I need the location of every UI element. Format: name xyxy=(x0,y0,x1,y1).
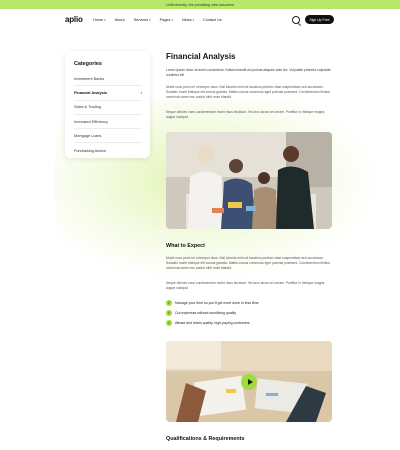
intro-paragraph: Lorem ipsum dolor sit amet consectetur. … xyxy=(166,68,331,78)
sidebar-item-label: Mortgage Loans xyxy=(74,133,102,138)
what-to-expect-heading: What to Expect xyxy=(166,243,205,249)
chevron-down-icon: ▾ xyxy=(104,18,106,22)
sidebar-title: Categories xyxy=(74,61,102,67)
check-icon: ✓ xyxy=(166,300,172,306)
logo[interactable]: aplio xyxy=(65,15,83,24)
play-button[interactable] xyxy=(241,374,257,390)
expect-paragraph-2: Neque ultrices nunc condimentum morbi ri… xyxy=(166,281,325,291)
sidebar-item-label: Financial Analysis xyxy=(74,90,107,95)
search-icon[interactable] xyxy=(292,16,300,24)
announcement-bar: Until recently, the prevailing view assu… xyxy=(0,0,400,9)
sidebar-item-sales-trading[interactable]: Sales & Trading xyxy=(74,101,142,115)
body-paragraph-2: Neque ultrices nunc condimentum morbi ri… xyxy=(166,110,325,120)
categories-sidebar: Categories Investment Banks Financial An… xyxy=(65,51,150,158)
bullet-text: Manage your time so you'll get more done… xyxy=(175,301,259,305)
signup-button[interactable]: Sign Up Free xyxy=(305,15,334,24)
check-icon: ✓ xyxy=(166,310,172,316)
expect-paragraph-1: Morbi nunc proin mi ut tempor risus. Nis… xyxy=(166,256,331,271)
nav-about[interactable]: About xyxy=(115,18,125,22)
list-item: ✓ Cut expenses without sacrificing quali… xyxy=(166,310,236,316)
nav-news-label: News xyxy=(181,18,192,22)
body-paragraph-1: Morbi nunc proin mi ut tempor risus. Nis… xyxy=(166,85,331,100)
sidebar-item-label: Increased Efficiency xyxy=(74,119,108,124)
sidebar-item-investment-banks[interactable]: Investment Banks xyxy=(74,72,142,87)
chevron-down-icon: ▾ xyxy=(149,18,151,22)
sidebar-item-mortgage-loans[interactable]: Mortgage Loans xyxy=(74,129,142,144)
page-title: Financial Analysis xyxy=(166,52,236,61)
check-icon: ✓ xyxy=(166,320,172,326)
nav-contact-label: Contact Us xyxy=(202,18,222,22)
nav-services-label: Services xyxy=(133,18,149,22)
sidebar-item-label: Investment Banks xyxy=(74,76,105,81)
chevron-down-icon: ▾ xyxy=(192,18,194,22)
nav-pages-label: Pages xyxy=(159,18,171,22)
chevron-right-icon: › xyxy=(140,90,142,96)
sidebar-item-label: Sales & Trading xyxy=(74,105,101,110)
nav-home[interactable]: Home ▾ xyxy=(93,18,106,22)
bullet-text: Attract and retain quality, high-paying … xyxy=(175,321,250,325)
play-icon xyxy=(247,379,253,385)
list-item: ✓ Manage your time so you'll get more do… xyxy=(166,300,259,306)
team-meeting-image xyxy=(166,132,332,229)
nav-home-label: Home xyxy=(93,18,104,22)
chevron-down-icon: ▾ xyxy=(171,18,173,22)
nav-contact[interactable]: Contact Us xyxy=(203,18,222,22)
nav-pages[interactable]: Pages ▾ xyxy=(160,18,173,22)
qualifications-heading: Qualifications & Requirements xyxy=(166,436,245,442)
sidebar-item-increased-efficiency[interactable]: Increased Efficiency xyxy=(74,115,142,130)
sidebar-item-financial-analysis[interactable]: Financial Analysis › xyxy=(74,86,142,101)
nav-news[interactable]: News ▾ xyxy=(182,18,194,22)
announcement-text: Until recently, the prevailing view assu… xyxy=(166,2,234,7)
nav-services[interactable]: Services ▾ xyxy=(134,18,151,22)
nav-about-label: About xyxy=(114,18,125,22)
bullet-text: Cut expenses without sacrificing quality xyxy=(175,311,237,315)
main-nav: Home ▾ About Services ▾ Pages ▾ News ▾ Conta… xyxy=(93,18,222,22)
sidebar-item-label: Fundraising Advice xyxy=(74,148,107,153)
list-item: ✓ Attract and retain quality, high-payin… xyxy=(166,320,250,326)
sidebar-item-fundraising-advice[interactable]: Fundraising Advice xyxy=(74,143,142,157)
